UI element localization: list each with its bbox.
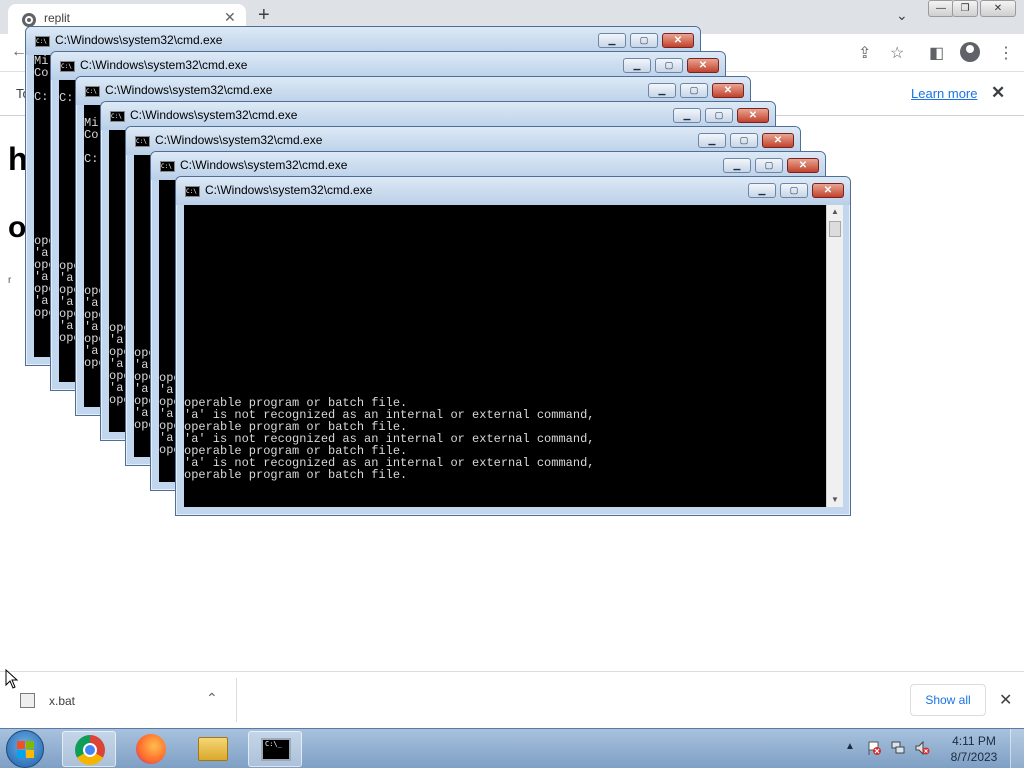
cmd-window-title: C:\Windows\system32\cmd.exe <box>180 158 348 172</box>
clock-time: 4:11 PM <box>952 734 996 748</box>
scroll-up-icon[interactable]: ▲ <box>827 205 843 219</box>
cmd-title-bar[interactable]: C:\ C:\Windows\system32\cmd.exe ▁ ▢ ✕ <box>176 177 850 205</box>
browser-restore-button[interactable]: ❐ <box>952 0 978 17</box>
scroll-down-icon[interactable]: ▼ <box>827 493 843 507</box>
learn-more-link[interactable]: Learn more <box>911 86 977 101</box>
tray-expand-icon[interactable]: ▲ <box>845 741 855 752</box>
cmd-icon: C:\ <box>35 36 50 47</box>
new-tab-button[interactable]: + <box>258 4 270 27</box>
console-scrollbar[interactable]: ▲ ▼ <box>826 205 843 507</box>
taskbar: C:\_ ▲ 4:11 PM 8/7/2023 <box>0 728 1024 768</box>
cmd-close-button[interactable]: ✕ <box>662 33 694 48</box>
side-panel-icon[interactable]: ◧ <box>929 43 944 63</box>
cmd-close-button[interactable]: ✕ <box>812 183 844 198</box>
firefox-icon <box>136 734 166 764</box>
page-marker: r <box>8 275 12 286</box>
network-icon[interactable] <box>890 740 906 756</box>
show-all-button[interactable]: Show all <box>910 684 986 716</box>
clock-date: 8/7/2023 <box>950 750 998 764</box>
cmd-maximize-button[interactable]: ▢ <box>655 58 683 73</box>
batch-file-icon <box>20 693 35 708</box>
taskbar-explorer-button[interactable] <box>186 731 240 767</box>
cmd-window-title: C:\Windows\system32\cmd.exe <box>130 108 298 122</box>
cmd-maximize-button[interactable]: ▢ <box>730 133 758 148</box>
cmd-icon: C:\ <box>110 111 125 122</box>
cmd-minimize-button[interactable]: ▁ <box>648 83 676 98</box>
cmd-minimize-button[interactable]: ▁ <box>598 33 626 48</box>
taskbar-firefox-button[interactable] <box>124 731 178 767</box>
cmd-icon: C:\ <box>60 61 75 72</box>
action-center-flag-icon[interactable] <box>866 740 882 756</box>
download-file-name[interactable]: x.bat <box>49 694 75 708</box>
mouse-cursor-icon <box>5 669 19 689</box>
chrome-icon <box>75 735 105 765</box>
windows-logo-icon <box>17 741 35 759</box>
downloads-bar: x.bat ⌃ Show all ✕ <box>0 671 1024 728</box>
console-text: operable program or batch file. 'a' is n… <box>184 396 595 482</box>
cmd-maximize-button[interactable]: ▢ <box>630 33 658 48</box>
cmd-icon: C:\ <box>135 136 150 147</box>
cmd-window-title: C:\Windows\system32\cmd.exe <box>105 83 273 97</box>
console-output[interactable]: operable program or batch file. 'a' is n… <box>184 205 826 507</box>
cmd-minimize-button[interactable]: ▁ <box>748 183 776 198</box>
show-desktop-button[interactable] <box>1010 729 1024 768</box>
cmd-icon: C:\ <box>85 86 100 97</box>
cmd-icon: C:\_ <box>261 738 291 761</box>
folder-icon <box>198 737 228 761</box>
start-button[interactable] <box>6 730 44 768</box>
cmd-maximize-button[interactable]: ▢ <box>755 158 783 173</box>
cmd-maximize-button[interactable]: ▢ <box>705 108 733 123</box>
cmd-maximize-button[interactable]: ▢ <box>780 183 808 198</box>
taskbar-cmd-button[interactable]: C:\_ <box>248 731 302 767</box>
tab-title: replit <box>44 11 71 25</box>
browser-close-button[interactable]: ✕ <box>980 0 1016 17</box>
cmd-window-title: C:\Windows\system32\cmd.exe <box>205 183 373 197</box>
replit-favicon-icon <box>22 13 36 27</box>
menu-kebab-icon[interactable]: ⋮ <box>998 43 1014 63</box>
system-clock[interactable]: 4:11 PM 8/7/2023 <box>944 733 1004 765</box>
cmd-icon: C:\ <box>160 161 175 172</box>
bookmark-star-icon[interactable]: ☆ <box>890 43 904 63</box>
info-bar-close-icon[interactable]: ✕ <box>991 83 1005 103</box>
cmd-minimize-button[interactable]: ▁ <box>698 133 726 148</box>
cmd-close-button[interactable]: ✕ <box>787 158 819 173</box>
cmd-icon: C:\ <box>185 186 200 197</box>
downloads-close-icon[interactable]: ✕ <box>999 690 1012 710</box>
scroll-thumb[interactable] <box>829 221 841 237</box>
cmd-minimize-button[interactable]: ▁ <box>623 58 651 73</box>
cmd-window[interactable]: C:\ C:\Windows\system32\cmd.exe ▁ ▢ ✕ op… <box>175 176 851 516</box>
tab-close-icon[interactable]: ✕ <box>224 9 236 26</box>
taskbar-chrome-button[interactable] <box>62 731 116 767</box>
page-text-fragment: o <box>8 211 27 244</box>
cmd-close-button[interactable]: ✕ <box>712 83 744 98</box>
chevron-up-icon[interactable]: ⌃ <box>206 690 218 707</box>
share-icon[interactable]: ⇪ <box>858 43 871 63</box>
profile-avatar-icon[interactable] <box>960 42 980 62</box>
cmd-window-title: C:\Windows\system32\cmd.exe <box>55 33 223 47</box>
downloads-divider <box>236 678 237 722</box>
volume-muted-icon[interactable] <box>914 740 930 756</box>
cmd-minimize-button[interactable]: ▁ <box>673 108 701 123</box>
cmd-close-button[interactable]: ✕ <box>687 58 719 73</box>
browser-minimize-button[interactable]: — <box>928 0 954 17</box>
tab-search-icon[interactable]: ⌄ <box>896 7 908 24</box>
cmd-window-title: C:\Windows\system32\cmd.exe <box>80 58 248 72</box>
cmd-close-button[interactable]: ✕ <box>737 108 769 123</box>
cmd-minimize-button[interactable]: ▁ <box>723 158 751 173</box>
cmd-maximize-button[interactable]: ▢ <box>680 83 708 98</box>
cmd-close-button[interactable]: ✕ <box>762 133 794 148</box>
cmd-window-title: C:\Windows\system32\cmd.exe <box>155 133 323 147</box>
